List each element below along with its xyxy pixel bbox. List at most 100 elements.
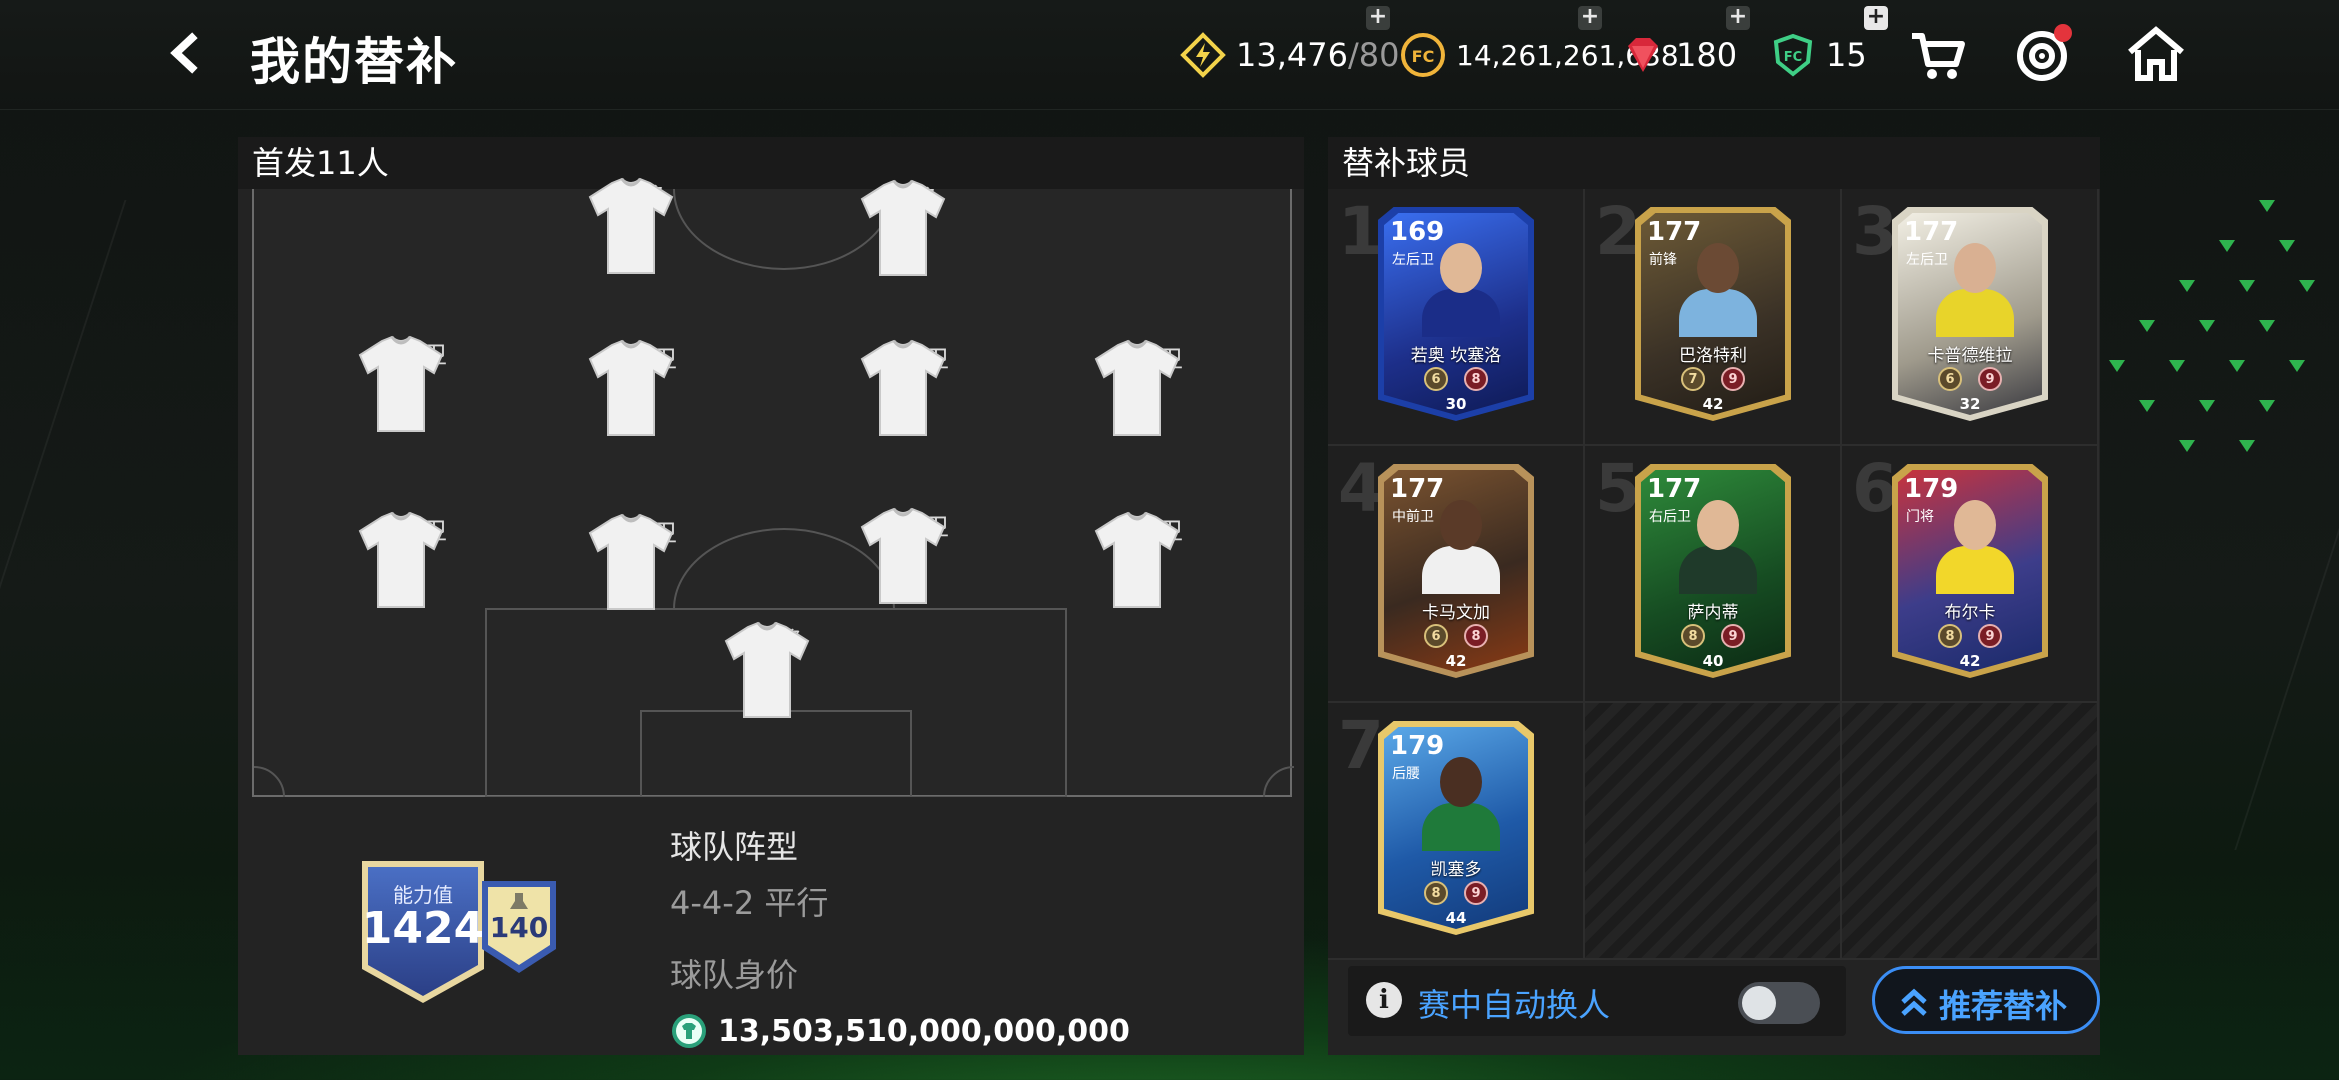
substitutes-title: 替补球员 — [1328, 137, 2100, 189]
grade-chip: 8 — [1424, 881, 1448, 905]
add-energy-button[interactable]: + — [1366, 6, 1390, 30]
arrow-decoration — [2259, 320, 2275, 332]
player-position: 后腰 — [1392, 766, 1420, 782]
substitute-slot[interactable]: 6 179 门将 布尔卡 8 9 42 — [1842, 446, 2099, 703]
player-card[interactable]: 179 门将 布尔卡 8 9 42 — [1892, 464, 2048, 678]
shop-button[interactable] — [1906, 22, 1970, 86]
arrow-decoration — [2259, 200, 2275, 212]
toggle-knob — [1742, 986, 1776, 1020]
slot-number: 1 — [1338, 193, 1384, 270]
page-title: 我的替补 — [250, 33, 458, 91]
slot-number: 6 — [1852, 450, 1898, 527]
player-portrait — [1679, 237, 1757, 337]
player-chips: 68 — [1378, 624, 1534, 648]
add-gems-button[interactable]: + — [1726, 6, 1750, 30]
slot-number: 2 — [1595, 193, 1641, 270]
level-chip: 8 — [1464, 624, 1488, 648]
starting-eleven-panel: 首发11人 前锋 前锋 左前卫 中前卫 中前卫 右前卫 左后卫 中后卫 中后卫 … — [238, 137, 1304, 1055]
jersey-icon — [1094, 339, 1180, 437]
top-bar: 我的替补 13,476/80 + FC 14,261,261,638 + 180… — [0, 0, 2339, 110]
info-icon[interactable]: i — [1366, 982, 1402, 1018]
missions-button[interactable] — [2012, 22, 2076, 86]
player-card[interactable]: 177 中前卫 卡马文加 6 8 42 — [1378, 464, 1534, 678]
player-shirt — [1679, 289, 1757, 337]
player-chips: 79 — [1635, 367, 1791, 391]
substitute-slot[interactable]: 3 177 左后卫 卡普德维拉 6 9 32 — [1842, 189, 2099, 446]
token-value: 15 — [1826, 36, 1867, 74]
player-ovr: 179 — [1390, 731, 1445, 761]
back-chevron-icon — [170, 32, 198, 74]
player-shirt — [1936, 289, 2014, 337]
arrow-decoration — [2139, 320, 2155, 332]
position-slot-cb-left[interactable]: 中后卫 — [586, 513, 696, 611]
player-card[interactable]: 177 右后卫 萨内蒂 8 9 40 — [1635, 464, 1791, 678]
arrow-decoration — [2199, 320, 2215, 332]
auto-substitution-toggle[interactable] — [1738, 982, 1820, 1024]
recommend-subs-button[interactable]: 推荐替补 — [1872, 966, 2100, 1034]
arrow-decoration — [2109, 360, 2125, 372]
player-name: 巴洛特利 — [1679, 346, 1747, 366]
position-slot-lb[interactable]: 左后卫 — [356, 511, 466, 609]
svg-text:FC: FC — [1412, 47, 1435, 66]
team-value-label: 球队身价 — [670, 956, 799, 994]
player-card[interactable]: 169 左后卫 若奥 坎塞洛 6 8 30 — [1378, 207, 1534, 421]
player-name: 若奥 坎塞洛 — [1410, 346, 1502, 366]
substitute-slot[interactable]: 2 177 前锋 巴洛特利 7 9 42 — [1585, 189, 1842, 446]
player-shirt — [1936, 546, 2014, 594]
player-card[interactable]: 177 前锋 巴洛特利 7 9 42 — [1635, 207, 1791, 421]
team-value: 13,503,510,000,000,000 — [718, 1013, 1130, 1049]
jersey-icon — [860, 339, 946, 437]
grade-chip: 6 — [1938, 367, 1962, 391]
player-position: 左后卫 — [1392, 252, 1434, 268]
substitute-slot[interactable]: 7 179 后腰 凯塞多 8 9 44 — [1328, 703, 1585, 960]
player-card[interactable]: 177 左后卫 卡普德维拉 6 9 32 — [1892, 207, 2048, 421]
arrow-decoration — [2299, 280, 2315, 292]
position-slot-rm[interactable]: 右前卫 — [1092, 339, 1202, 437]
arrow-decoration — [2229, 360, 2245, 372]
slot-number: 3 — [1852, 193, 1898, 270]
team-value-coin-icon — [672, 1014, 706, 1048]
back-button[interactable] — [160, 28, 210, 78]
energy-resource[interactable]: 13,476/80 + — [1180, 6, 1399, 80]
position-slot-rb[interactable]: 右后卫 — [1092, 511, 1202, 609]
cart-icon — [1912, 33, 1965, 79]
arrow-decoration — [2179, 280, 2195, 292]
player-name: 卡普德维拉 — [1927, 346, 2013, 366]
team-info: 球队阵型 4-4-2 平行 球队身价 13,503,510,000,000,00… — [670, 822, 1130, 1050]
player-position: 前锋 — [1649, 252, 1677, 268]
player-chips: 69 — [1892, 367, 2048, 391]
position-slot-st-right[interactable]: 前锋 — [858, 179, 968, 277]
substitute-slot[interactable]: 1 169 左后卫 若奥 坎塞洛 6 8 30 — [1328, 189, 1585, 446]
substitutes-actions: i 赛中自动换人 推荐替补 — [1348, 966, 2100, 1038]
coin-icon: FC — [1400, 32, 1446, 78]
auto-substitution-row: i 赛中自动换人 — [1348, 966, 1846, 1036]
add-coins-button[interactable]: + — [1578, 6, 1602, 30]
player-head — [1440, 243, 1482, 293]
position-slot-st-left[interactable]: 前锋 — [586, 177, 696, 275]
position-slot-lm[interactable]: 左前卫 — [356, 335, 466, 433]
arrow-decoration — [2179, 440, 2195, 452]
gem-resource[interactable]: 180 + — [1620, 6, 1750, 80]
player-card[interactable]: 179 后腰 凯塞多 8 9 44 — [1378, 721, 1534, 935]
substitute-slot[interactable]: 5 177 右后卫 萨内蒂 8 9 40 — [1585, 446, 1842, 703]
add-tokens-button[interactable]: + — [1864, 6, 1888, 30]
substitute-slot[interactable]: 4 177 中前卫 卡马文加 6 8 42 — [1328, 446, 1585, 703]
token-resource[interactable]: FC 15 + — [1770, 6, 1888, 80]
double-chevron-up-icon — [1901, 988, 1927, 1016]
player-chips: 68 — [1378, 367, 1534, 391]
position-slot-cm-right[interactable]: 中前卫 — [858, 339, 968, 437]
player-level: 40 — [1702, 652, 1724, 670]
home-button[interactable] — [2124, 22, 2188, 86]
player-head — [1954, 243, 1996, 293]
level-chip: 9 — [1978, 367, 2002, 391]
energy-value: 13,476 — [1236, 36, 1348, 74]
energy-icon — [1180, 32, 1226, 78]
jersey-icon — [358, 335, 444, 433]
position-slot-gk[interactable]: 门将 — [722, 621, 832, 719]
player-head — [1954, 500, 1996, 550]
position-slot-cb-right[interactable]: 中后卫 — [858, 507, 968, 605]
player-level: 30 — [1445, 395, 1467, 413]
player-ovr: 179 — [1904, 474, 1959, 504]
position-slot-cm-left[interactable]: 中前卫 — [586, 339, 696, 437]
player-portrait — [1936, 494, 2014, 594]
